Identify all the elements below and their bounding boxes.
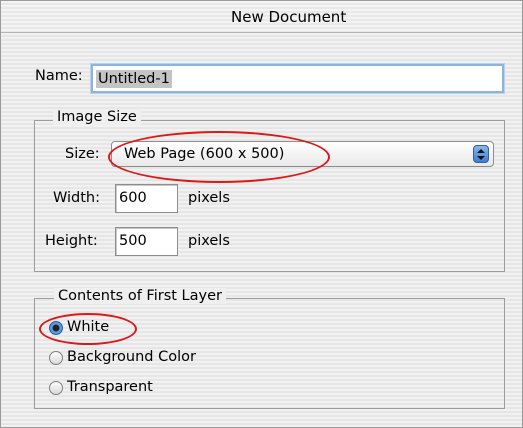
size-label: Size: <box>65 146 100 162</box>
radio-transparent-label[interactable]: Transparent <box>67 379 153 395</box>
radio-transparent-button[interactable] <box>49 381 63 395</box>
image-size-legend: Image Size <box>53 109 141 125</box>
height-field[interactable]: 500 <box>115 227 178 256</box>
contents-legend: Contents of First Layer <box>54 288 226 304</box>
height-value: 500 <box>119 233 147 249</box>
height-unit: pixels <box>188 233 230 249</box>
width-field[interactable]: 600 <box>115 184 178 213</box>
height-label: Height: <box>45 233 98 249</box>
name-field[interactable]: Untitled-1 <box>91 64 504 93</box>
size-select[interactable]: Web Page (600 x 500) <box>111 141 494 167</box>
select-arrows-icon <box>473 145 489 163</box>
radio-background-color-label[interactable]: Background Color <box>67 349 196 365</box>
radio-white-label[interactable]: White <box>67 319 109 335</box>
new-document-dialog: New Document Name: Untitled-1 Image Size… <box>0 0 523 428</box>
name-value: Untitled-1 <box>96 70 172 88</box>
radio-background-color-button[interactable] <box>49 351 63 365</box>
size-select-value: Web Page (600 x 500) <box>124 146 285 162</box>
radio-white-button[interactable] <box>49 321 63 335</box>
width-value: 600 <box>119 190 147 206</box>
width-unit: pixels <box>188 190 230 206</box>
name-label: Name: <box>35 68 83 84</box>
window-title: New Document <box>231 8 347 26</box>
title-bar[interactable]: New Document <box>1 1 522 33</box>
width-label: Width: <box>53 190 101 206</box>
